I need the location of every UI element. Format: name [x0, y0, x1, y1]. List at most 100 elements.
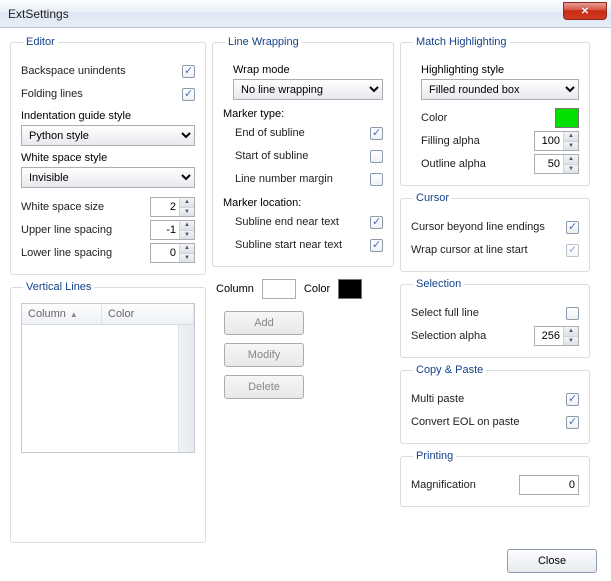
- column-header-color[interactable]: Color: [102, 304, 194, 324]
- vline-color-label: Color: [304, 283, 330, 295]
- outline-alpha-spinbox[interactable]: ▲▼: [534, 154, 579, 174]
- vline-column-label: Column: [216, 283, 254, 295]
- magnification-input[interactable]: [519, 475, 579, 495]
- convert-eol-checkbox[interactable]: [566, 416, 579, 429]
- marker-location-label: Marker location:: [223, 197, 383, 209]
- match-color-swatch[interactable]: [555, 108, 579, 128]
- spin-up-icon[interactable]: ▲: [564, 155, 578, 165]
- spin-down-icon[interactable]: ▼: [180, 254, 194, 263]
- vline-column-input[interactable]: [262, 279, 296, 299]
- selection-alpha-input[interactable]: [535, 327, 563, 345]
- selection-alpha-label: Selection alpha: [411, 330, 486, 342]
- vertical-lines-table[interactable]: Column ▲ Color: [21, 303, 195, 453]
- whitespace-size-spinbox[interactable]: ▲▼: [150, 197, 195, 217]
- line-wrapping-group: Line Wrapping Wrap mode No line wrapping…: [212, 36, 394, 267]
- whitespace-size-input[interactable]: [151, 198, 179, 216]
- table-body: [22, 325, 194, 452]
- spin-down-icon[interactable]: ▼: [564, 165, 578, 174]
- bottom-bar: Close: [10, 543, 601, 573]
- wrap-cursor-checkbox: [566, 244, 579, 257]
- whitespace-style-select[interactable]: Invisible: [21, 167, 195, 188]
- filling-alpha-label: Filling alpha: [421, 135, 480, 147]
- subline-end-near-checkbox[interactable]: [370, 216, 383, 229]
- lower-spacing-input[interactable]: [151, 244, 179, 262]
- lower-spacing-label: Lower line spacing: [21, 247, 112, 259]
- start-subline-label: Start of subline: [235, 150, 308, 162]
- subline-end-near-label: Subline end near text: [235, 216, 339, 228]
- cursor-beyond-label: Cursor beyond line endings: [411, 221, 545, 233]
- vline-editor: Column Color Add Modify Delete: [212, 273, 394, 409]
- match-highlighting-group: Match Highlighting Highlighting style Fi…: [400, 36, 590, 186]
- printing-legend: Printing: [413, 450, 456, 462]
- match-highlighting-legend: Match Highlighting: [413, 36, 510, 48]
- spin-up-icon[interactable]: ▲: [564, 327, 578, 337]
- marker-type-label: Marker type:: [223, 108, 383, 120]
- multi-paste-checkbox[interactable]: [566, 393, 579, 406]
- cursor-beyond-checkbox[interactable]: [566, 221, 579, 234]
- highlighting-style-select[interactable]: Filled rounded box: [421, 79, 579, 100]
- close-icon: ✕: [581, 6, 589, 17]
- subline-start-near-checkbox[interactable]: [370, 239, 383, 252]
- multi-paste-label: Multi paste: [411, 393, 464, 405]
- upper-spacing-input[interactable]: [151, 221, 179, 239]
- end-subline-label: End of subline: [235, 127, 305, 139]
- select-full-line-checkbox[interactable]: [566, 307, 579, 320]
- whitespace-size-label: White space size: [21, 201, 104, 213]
- titlebar: ExtSettings ✕: [0, 0, 611, 28]
- line-wrapping-legend: Line Wrapping: [225, 36, 302, 48]
- upper-spacing-label: Upper line spacing: [21, 224, 112, 236]
- line-number-margin-label: Line number margin: [235, 173, 333, 185]
- editor-legend: Editor: [23, 36, 58, 48]
- selection-alpha-spinbox[interactable]: ▲▼: [534, 326, 579, 346]
- spin-down-icon[interactable]: ▼: [180, 231, 194, 240]
- sort-asc-icon: ▲: [70, 310, 78, 319]
- scrollbar[interactable]: [178, 325, 194, 452]
- start-subline-checkbox[interactable]: [370, 150, 383, 163]
- indent-guide-style-label: Indentation guide style: [21, 110, 195, 122]
- delete-button[interactable]: Delete: [224, 375, 304, 399]
- spin-up-icon[interactable]: ▲: [564, 132, 578, 142]
- dialog-body: Editor Backspace unindents Folding lines…: [0, 28, 611, 581]
- wrap-mode-select[interactable]: No line wrapping: [233, 79, 383, 100]
- wrap-cursor-label: Wrap cursor at line start: [411, 244, 528, 256]
- close-button[interactable]: Close: [507, 549, 597, 573]
- modify-button[interactable]: Modify: [224, 343, 304, 367]
- convert-eol-label: Convert EOL on paste: [411, 416, 519, 428]
- highlighting-style-label: Highlighting style: [411, 64, 579, 76]
- printing-group: Printing Magnification: [400, 450, 590, 507]
- cursor-legend: Cursor: [413, 192, 452, 204]
- subline-start-near-label: Subline start near text: [235, 239, 342, 251]
- window-close-button[interactable]: ✕: [563, 2, 607, 20]
- selection-legend: Selection: [413, 278, 464, 290]
- spin-down-icon[interactable]: ▼: [564, 142, 578, 151]
- add-button[interactable]: Add: [224, 311, 304, 335]
- cursor-group: Cursor Cursor beyond line endings Wrap c…: [400, 192, 590, 272]
- end-subline-checkbox[interactable]: [370, 127, 383, 140]
- copy-paste-legend: Copy & Paste: [413, 364, 486, 376]
- outline-alpha-input[interactable]: [535, 155, 563, 173]
- spin-down-icon[interactable]: ▼: [564, 337, 578, 346]
- indent-guide-style-select[interactable]: Python style: [21, 125, 195, 146]
- magnification-label: Magnification: [411, 479, 476, 491]
- table-header: Column ▲ Color: [22, 304, 194, 325]
- vline-color-swatch[interactable]: [338, 279, 362, 299]
- whitespace-style-label: White space style: [21, 152, 195, 164]
- column-header-column[interactable]: Column ▲: [22, 304, 102, 324]
- line-number-margin-checkbox[interactable]: [370, 173, 383, 186]
- spin-down-icon[interactable]: ▼: [180, 208, 194, 217]
- selection-group: Selection Select full line Selection alp…: [400, 278, 590, 358]
- upper-spacing-spinbox[interactable]: ▲▼: [150, 220, 195, 240]
- wrap-mode-label: Wrap mode: [223, 64, 383, 76]
- spin-up-icon[interactable]: ▲: [180, 221, 194, 231]
- vertical-lines-group: Vertical Lines Column ▲ Color: [10, 281, 206, 543]
- filling-alpha-input[interactable]: [535, 132, 563, 150]
- spin-up-icon[interactable]: ▲: [180, 198, 194, 208]
- vertical-lines-legend: Vertical Lines: [23, 281, 94, 293]
- backspace-unindents-label: Backspace unindents: [21, 65, 126, 77]
- match-color-label: Color: [421, 112, 447, 124]
- spin-up-icon[interactable]: ▲: [180, 244, 194, 254]
- backspace-unindents-checkbox[interactable]: [182, 65, 195, 78]
- folding-lines-checkbox[interactable]: [182, 88, 195, 101]
- filling-alpha-spinbox[interactable]: ▲▼: [534, 131, 579, 151]
- lower-spacing-spinbox[interactable]: ▲▼: [150, 243, 195, 263]
